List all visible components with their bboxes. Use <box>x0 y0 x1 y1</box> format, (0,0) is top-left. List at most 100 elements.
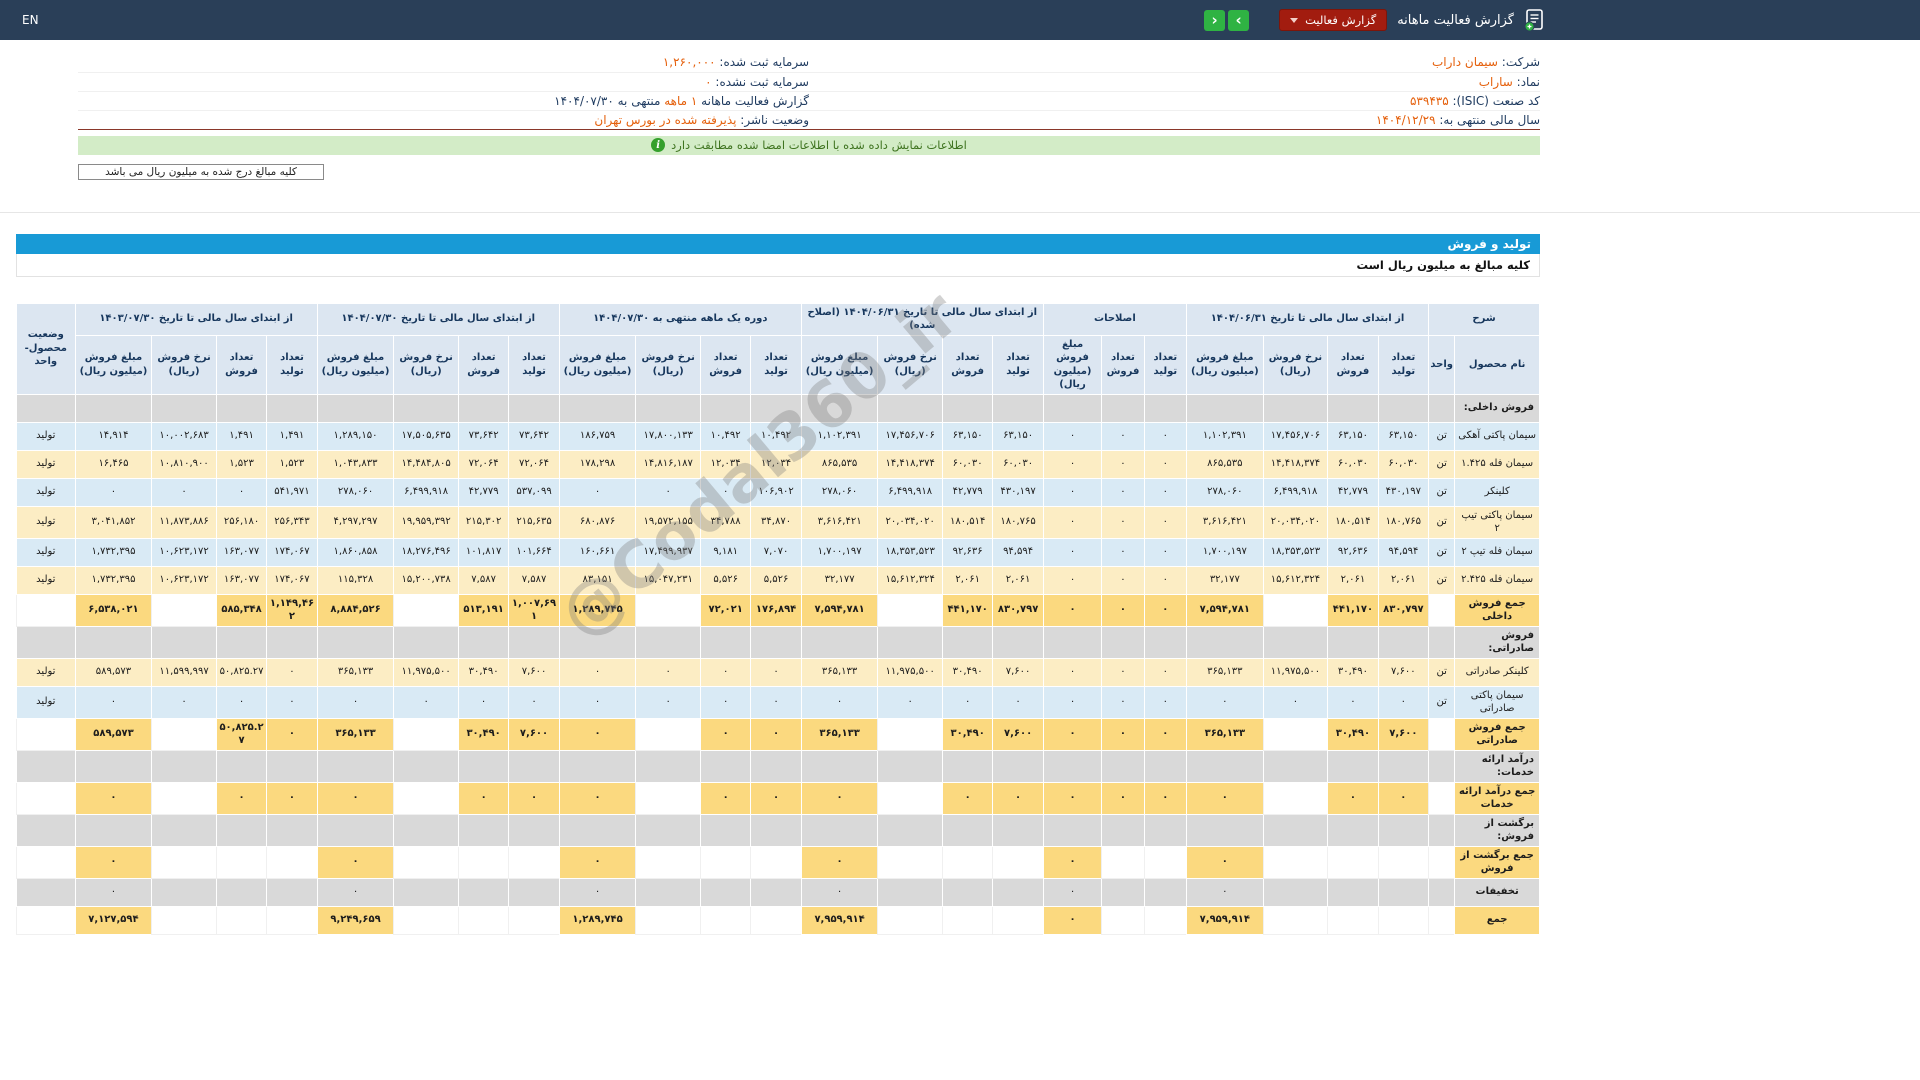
table-cell: ۳۰,۴۹۰ <box>1327 657 1379 687</box>
table-cell: ۰ <box>558 845 637 879</box>
table-cell: ۷۲,۰۶۴ <box>457 449 510 479</box>
table-cell: ۰ <box>635 657 701 687</box>
table-cell: ۹,۲۴۹,۶۵۹ <box>316 905 395 935</box>
table-cell <box>941 905 994 935</box>
table-cell <box>635 393 701 423</box>
table-cell <box>750 393 802 423</box>
table-cell <box>393 717 459 751</box>
table-cell: ۰ <box>1042 537 1103 567</box>
table-cell <box>558 749 637 783</box>
table-cell: ۹۴,۵۹۴ <box>1377 537 1430 567</box>
table-cell: ۰ <box>1101 717 1145 751</box>
table-cell <box>699 845 752 879</box>
table-cell: ۱۷,۸۰۰,۱۳۳ <box>635 421 701 451</box>
table-cell: ۷۳,۶۴۲ <box>457 421 510 451</box>
table-cell <box>1327 813 1379 847</box>
table-cell: ۶۳,۱۵۰ <box>992 421 1044 451</box>
chevron-down-icon <box>1290 17 1299 23</box>
table-cell: ۰ <box>74 477 153 507</box>
table-cell: ۰ <box>699 781 752 815</box>
table-row: سیمان فله ۲.۴۲۵ تن ۲,۰۶۱ ۲,۰۶۱ ۱۵,۶۱۲,۳۲۴ ۳۲,… <box>16 565 1540 595</box>
nav-next-button[interactable]: › <box>1228 9 1250 31</box>
report-document-icon[interactable] <box>1524 8 1546 32</box>
table-cell <box>316 625 395 659</box>
table-cell <box>635 813 701 847</box>
table-cell: تن <box>1428 565 1456 595</box>
column-group-header: از ابتدای سال مالی تا تاریخ ۱۴۰۳/۰۷/۳۰ <box>74 302 318 336</box>
column-header: تعداد فروش <box>941 334 994 395</box>
page-title: گزارش فعالیت ماهانه <box>1397 12 1514 28</box>
table-cell <box>393 781 459 815</box>
table-cell <box>1042 813 1103 847</box>
table-cell: ۱,۱۰۲,۳۹۱ <box>1186 421 1264 451</box>
language-toggle-en[interactable]: EN <box>22 13 39 27</box>
table-cell: ۰ <box>941 781 994 815</box>
table-cell <box>151 393 217 423</box>
table-cell: ۷,۵۸۷ <box>457 565 510 595</box>
table-cell <box>1101 625 1145 659</box>
table-cell <box>558 393 637 423</box>
table-cell <box>1428 877 1456 907</box>
table-cell <box>1327 393 1379 423</box>
table-cell: ۱۰,۶۲۳,۱۷۲ <box>151 537 217 567</box>
table-cell <box>941 625 994 659</box>
table-cell: ۰ <box>1101 657 1145 687</box>
table-row: سیمان پاکتی تیپ ۲ تن ۱۸۰,۷۶۵ ۱۸۰,۵۱۴ ۲۰,۰۳۴,… <box>16 505 1540 539</box>
table-cell: ۰ <box>877 685 943 719</box>
report-type-dropdown[interactable]: گزارش فعالیت <box>1279 9 1388 31</box>
table-cell <box>1428 593 1456 627</box>
table-cell: تن <box>1428 477 1456 507</box>
table-cell: ۴۳۰,۱۹۷ <box>1377 477 1430 507</box>
table-cell: ۴۴۱,۱۷۰ <box>1327 593 1379 627</box>
table-cell: جمع برگشت از فروش <box>1454 845 1540 879</box>
table-cell <box>1262 717 1329 751</box>
table-cell: درآمد ارائه خدمات: <box>1454 749 1540 783</box>
table-cell <box>266 877 318 907</box>
table-cell: تولید <box>16 449 76 479</box>
table-cell <box>1377 877 1430 907</box>
table-cell: ۰ <box>1101 421 1145 451</box>
page-content: شرکت: سیمان داراب سرمایه ثبت شده: ۱,۲۶۰,۰… <box>0 53 1556 180</box>
table-cell: ۵۳۷,۰۹۹ <box>508 477 560 507</box>
signature-match-banner: اطلاعات نمایش داده شده با اطلاعات امضا ش… <box>78 135 1540 155</box>
column-group-header: دوره یک ماهه منتهی به ۱۴۰۴/۰۷/۳۰ <box>558 302 802 336</box>
table-cell: ۰ <box>215 477 268 507</box>
table-cell: ۱۸۰,۷۶۵ <box>992 505 1044 539</box>
table-cell <box>1428 781 1456 815</box>
table-cell <box>457 749 510 783</box>
table-cell: ۰ <box>1186 685 1264 719</box>
table-cell <box>1186 393 1264 423</box>
million-rial-note: کلیه مبالغ درج شده به میلیون ریال می باش… <box>78 163 324 180</box>
column-header: نرخ فروش (ریال) <box>877 334 943 395</box>
table-cell: ۰ <box>800 685 879 719</box>
table-cell <box>1428 813 1456 847</box>
table-cell: ۱۱,۹۷۵,۵۰۰ <box>1262 657 1329 687</box>
table-cell: ۰ <box>1143 717 1188 751</box>
nav-prev-button[interactable]: ‹ <box>1204 9 1226 31</box>
table-cell <box>508 749 560 783</box>
table-cell: ۳,۶۱۶,۴۲۱ <box>800 505 879 539</box>
table-cell <box>699 877 752 907</box>
table-row: کلینکر تن ۴۳۰,۱۹۷ ۴۲,۷۷۹ ۶,۴۹۹,۹۱۸ ۲۷۸,۰۶۰ ۰ ۰ ۰… <box>16 477 1540 507</box>
table-row: سیمان پاکتی صادراتی تن ۰ ۰ ۰ ۰ ۰ ۰ ۰ ۰ ۰ ۰ ۰ ۰ ۰ ۰ ۰ ۰ ۰ ۰ ۰… <box>16 685 1540 719</box>
table-cell <box>699 905 752 935</box>
table-cell: ۰ <box>1042 717 1103 751</box>
table-cell: ۰ <box>1143 781 1188 815</box>
table-cell: ۰ <box>1143 657 1188 687</box>
table-cell: کلینکر <box>1454 477 1540 507</box>
table-cell: ۱۴,۴۱۸,۳۷۴ <box>877 449 943 479</box>
table-cell: ۰ <box>1186 781 1264 815</box>
table-cell: فروش صادراتی: <box>1454 625 1540 659</box>
table-cell: ۰ <box>1143 685 1188 719</box>
topbar-inner: گزارش فعالیت ماهانه گزارش فعالیت › ‹ EN <box>0 0 1556 40</box>
table-cell: ۱,۸۶۰,۸۵۸ <box>316 537 395 567</box>
table-cell <box>1428 749 1456 783</box>
table-cell: ۴,۲۹۷,۲۹۷ <box>316 505 395 539</box>
table-cell: ۰ <box>1186 845 1264 879</box>
table-cell: ۰ <box>1042 657 1103 687</box>
table-cell <box>266 393 318 423</box>
table-cell: تولید <box>16 505 76 539</box>
table-cell: ۱,۱۰۲,۳۹۱ <box>800 421 879 451</box>
table-cell <box>1377 393 1430 423</box>
table-cell: ۹۴,۵۹۴ <box>992 537 1044 567</box>
